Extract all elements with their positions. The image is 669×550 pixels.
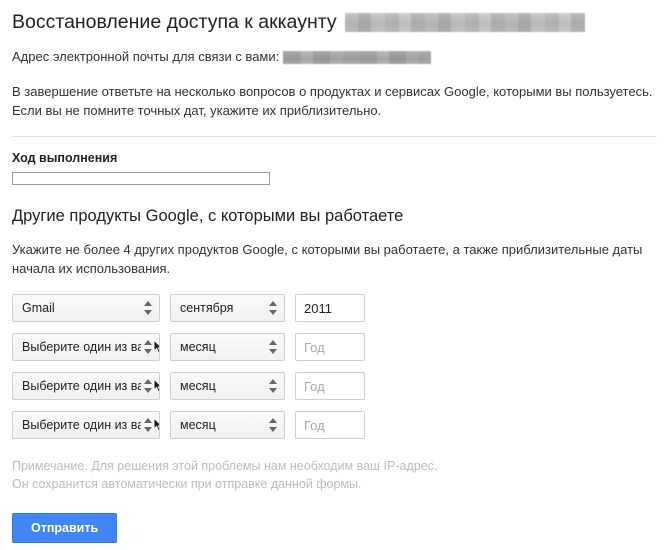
account-recovery-form-page: Восстановление доступа к аккаунту Адрес … [0,0,669,550]
redacted-contact-email [283,51,431,64]
contact-email-row: Адрес электронной почты для связи с вами… [12,48,657,66]
ip-address-note: Примечание. Для решения этой проблемы на… [12,457,657,493]
chevron-updown-icon [269,378,278,394]
mouse-cursor-icon [153,339,160,355]
product-row: Выберите один из вариан месяц [12,372,657,400]
section-heading: Другие продукты Google, с которыми вы ра… [12,205,657,227]
chevron-updown-icon [269,339,278,355]
product-row: Выберите один из вариан месяц [12,411,657,439]
year-input[interactable] [295,333,365,361]
product-select[interactable]: Gmail [12,294,160,322]
chevron-updown-icon [144,300,153,316]
month-select[interactable]: месяц [170,333,285,361]
chevron-updown-icon [269,417,278,433]
product-select-value: Выберите один из вариан [22,379,141,393]
page-title: Восстановление доступа к аккаунту [12,10,337,34]
contact-email-label: Адрес электронной почты для связи с вами… [12,48,279,66]
product-select-value: Выберите один из вариан [22,418,141,432]
product-select[interactable]: Выберите один из вариан [12,333,160,361]
page-title-row: Восстановление доступа к аккаунту [12,10,657,34]
chevron-updown-icon [144,339,153,355]
month-select[interactable]: месяц [170,372,285,400]
chevron-updown-icon [144,417,153,433]
month-select[interactable]: сентября [170,294,285,322]
product-row: Gmail сентября [12,294,657,322]
product-select[interactable]: Выберите один из вариан [12,372,160,400]
month-select[interactable]: месяц [170,411,285,439]
section-description: Укажите не более 4 других продуктов Goog… [12,240,657,278]
chevron-updown-icon [144,378,153,394]
month-select-value: месяц [180,418,216,432]
product-row: Выберите один из вариан месяц [12,333,657,361]
ip-address-note-line-2: Он сохранится автоматически при отправке… [12,477,362,491]
year-input[interactable] [295,372,365,400]
progress-bar [12,172,270,185]
progress-label: Ход выполнения [12,151,657,165]
chevron-updown-icon [269,300,278,316]
section-divider [12,136,657,137]
intro-paragraph: В завершение ответьте на несколько вопро… [12,82,657,120]
product-select-value: Gmail [22,301,55,315]
month-select-value: сентября [180,301,233,315]
submit-button[interactable]: Отправить [12,513,117,543]
ip-address-note-line-1: Примечание. Для решения этой проблемы на… [12,459,437,473]
product-select-value: Выберите один из вариан [22,340,141,354]
mouse-cursor-icon [153,417,160,433]
month-select-value: месяц [180,379,216,393]
product-rows-container: Gmail сентября Выберите один из вариан меся… [12,294,657,439]
month-select-value: месяц [180,340,216,354]
redacted-account-name [345,13,585,32]
mouse-cursor-icon [153,378,160,394]
product-select[interactable]: Выберите один из вариан [12,411,160,439]
year-input[interactable] [295,294,365,322]
year-input[interactable] [295,411,365,439]
